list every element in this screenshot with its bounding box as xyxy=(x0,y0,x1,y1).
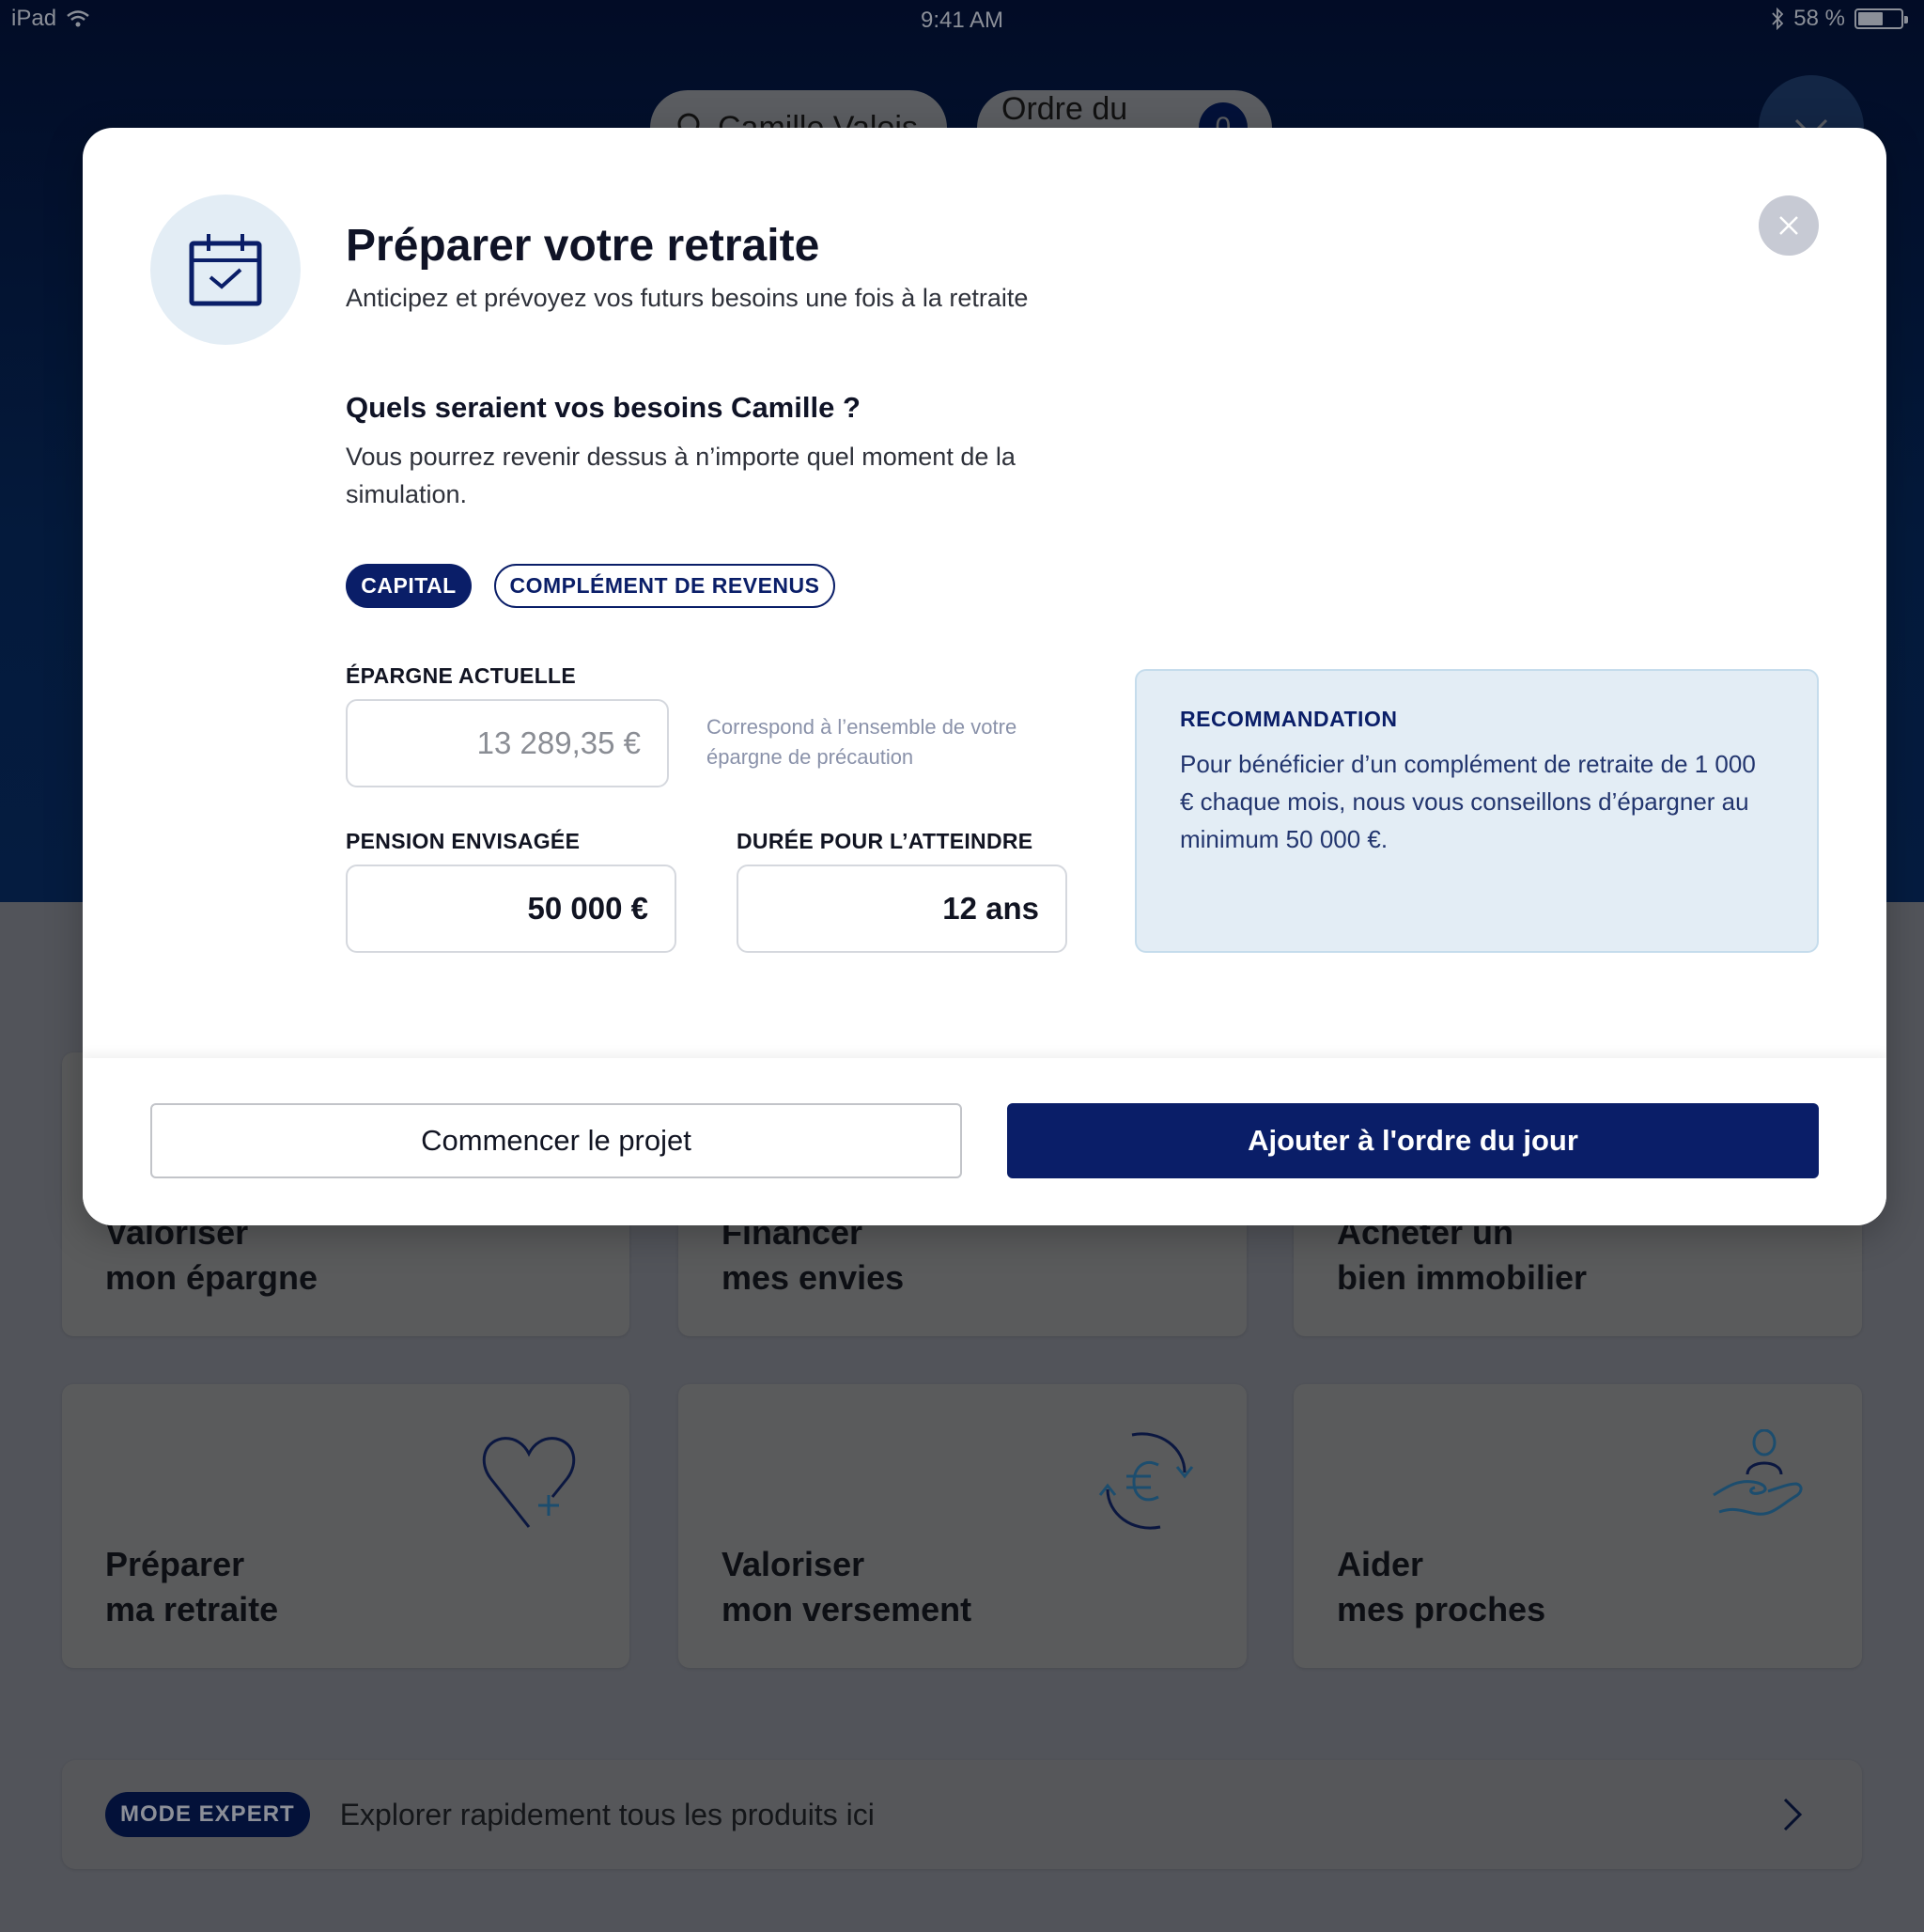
card-title-line1: Valoriser xyxy=(722,1545,865,1583)
battery-icon xyxy=(1854,8,1908,29)
card-title: Aider mes proches xyxy=(1337,1542,1545,1632)
retirement-modal: Préparer votre retraite Anticipez et pré… xyxy=(83,128,1886,1225)
battery-fill xyxy=(1858,12,1883,25)
needs-question: Quels seraient vos besoins Camille ? xyxy=(346,391,861,424)
card-aider-proches[interactable]: Aider mes proches xyxy=(1294,1384,1862,1668)
card-title-line2: mon versement xyxy=(722,1590,972,1628)
calendar-icon-container xyxy=(150,195,301,345)
card-title-line2: ma retraite xyxy=(105,1590,279,1628)
expert-mode-bar[interactable]: MODE EXPERT Explorer rapidement tous les… xyxy=(62,1760,1862,1869)
epargne-hint: Correspond à l’ensemble de votre épargne… xyxy=(706,715,1017,769)
duree-input[interactable] xyxy=(737,865,1067,953)
card-preparer-retraite[interactable]: Préparer ma retraite xyxy=(62,1384,629,1668)
battery-nub xyxy=(1904,16,1908,23)
card-title-line1: Aider xyxy=(1337,1545,1424,1583)
card-title: Préparer ma retraite xyxy=(105,1542,278,1632)
card-title-line2: mes envies xyxy=(722,1258,905,1297)
expert-mode-text: Explorer rapidement tous les produits ic… xyxy=(339,1797,875,1831)
card-title-line2: mes proches xyxy=(1337,1590,1546,1628)
card-title-line1: Préparer xyxy=(105,1545,245,1583)
card-valoriser-versement[interactable]: Valoriser mon versement xyxy=(678,1384,1247,1668)
bluetooth-icon xyxy=(1772,8,1784,30)
expert-mode-badge: MODE EXPERT xyxy=(105,1792,310,1837)
epargne-input[interactable] xyxy=(346,699,669,787)
modal-subtitle: Anticipez et prévoyez vos futurs besoins… xyxy=(346,284,1029,312)
modal-footer: Commencer le projet Ajouter à l'ordre du… xyxy=(83,1058,1886,1225)
close-icon xyxy=(1779,216,1798,235)
pension-input[interactable] xyxy=(346,865,676,953)
clock: 9:41 AM xyxy=(920,8,1004,33)
segment-capital[interactable]: CAPITAL xyxy=(346,564,472,608)
status-bar: iPad 9:41 AM 58 % xyxy=(0,0,1924,41)
segment-complement-revenus[interactable]: COMPLÉMENT DE REVENUS xyxy=(494,564,835,608)
needs-question-help: Vous pourrez revenir dessus à n’importe … xyxy=(346,443,1016,508)
helping-hand-icon xyxy=(1713,1429,1803,1516)
close-button[interactable] xyxy=(1759,195,1819,256)
card-title: Valoriser mon versement xyxy=(722,1542,971,1632)
heart-plus-icon xyxy=(482,1437,576,1528)
recommendation-title: RECOMMANDATION xyxy=(1180,707,1398,731)
chevron-right-icon xyxy=(1783,1798,1803,1831)
epargne-label: ÉPARGNE ACTUELLE xyxy=(346,663,577,688)
pension-label: PENSION ENVISAGÉE xyxy=(346,829,581,853)
duree-label: DURÉE POUR L’ATTEINDRE xyxy=(737,829,1033,853)
card-title-line2: bien immobilier xyxy=(1337,1258,1588,1297)
calendar-check-icon xyxy=(189,234,262,306)
euro-exchange-icon xyxy=(1098,1432,1194,1530)
start-project-button[interactable]: Commencer le projet xyxy=(150,1103,962,1178)
battery-percent: 58 % xyxy=(1793,6,1845,31)
add-to-agenda-button[interactable]: Ajouter à l'ordre du jour xyxy=(1007,1103,1819,1178)
recommendation-box: RECOMMANDATION Pour bénéficier d’un comp… xyxy=(1135,669,1819,953)
modal-title: Préparer votre retraite xyxy=(346,221,820,271)
recommendation-text: Pour bénéficier d’un complément de retra… xyxy=(1180,750,1756,853)
card-title-line2: mon épargne xyxy=(105,1258,318,1297)
